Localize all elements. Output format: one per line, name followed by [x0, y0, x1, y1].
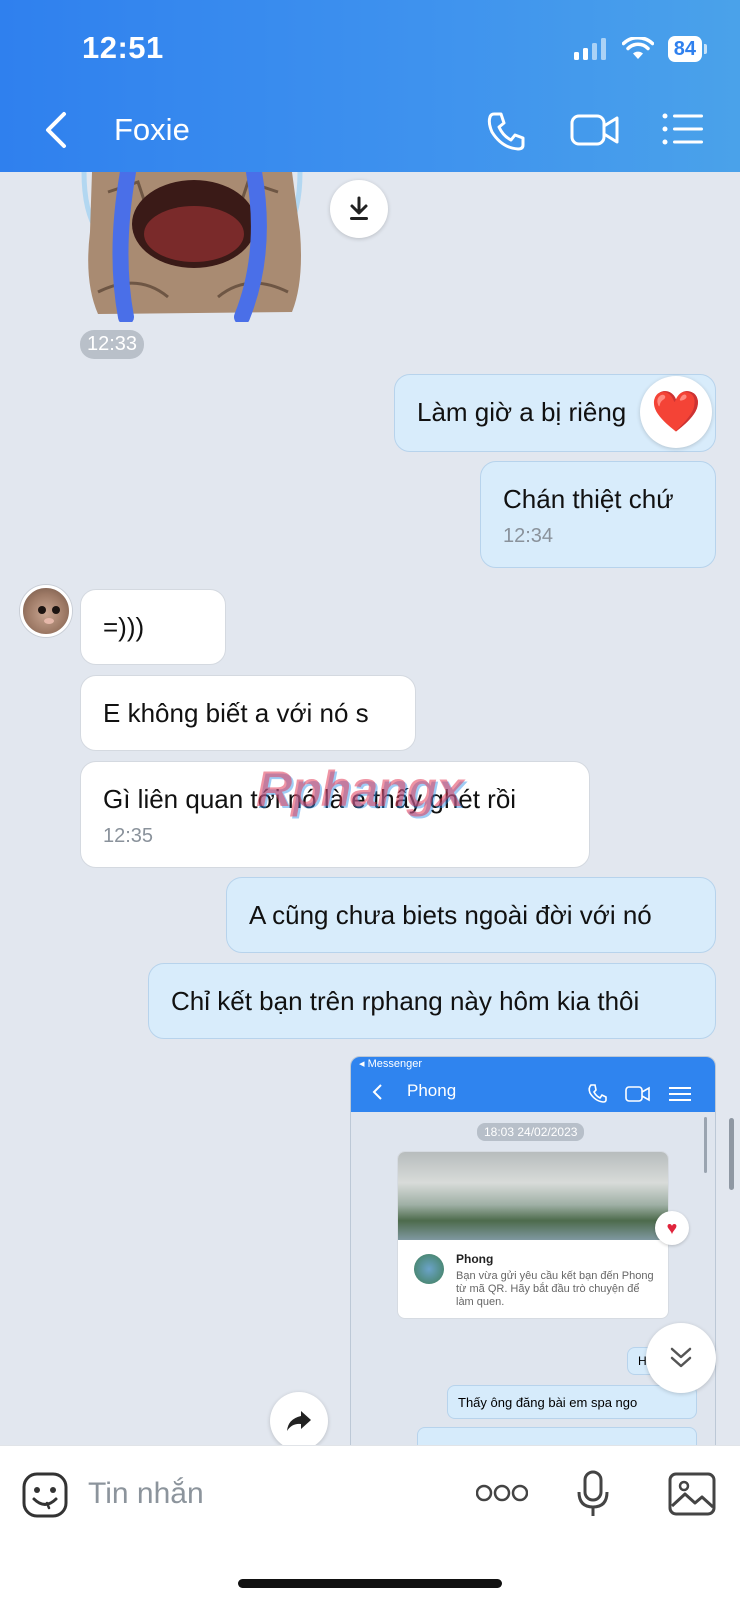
- contact-avatar[interactable]: [20, 585, 72, 637]
- share-icon: [287, 1411, 311, 1431]
- message-bubble-out[interactable]: Chỉ kết bạn trên rphang này hôm kia thôi: [148, 963, 716, 1039]
- inner-card-name: Phong: [456, 1252, 494, 1266]
- battery-indicator: 84: [667, 36, 708, 62]
- inner-contact-name: Phong: [407, 1081, 457, 1100]
- message-time: 12:34: [503, 525, 554, 547]
- inner-bubble: Thấy ông đăng bài em spa ngo: [447, 1385, 697, 1419]
- scroll-down-icon: [670, 1347, 692, 1368]
- message-text: Chỉ kết bạn trên rphang này hôm kia thôi: [171, 986, 640, 1016]
- message-input[interactable]: [88, 1470, 448, 1518]
- back-icon[interactable]: [38, 108, 74, 152]
- signal-icon: [573, 38, 606, 60]
- inner-back-icon: [372, 1084, 382, 1100]
- inner-card-desc: Bạn vừa gửi yêu cầu kết bạn đến Phong từ…: [456, 1270, 654, 1308]
- phone-icon[interactable]: [486, 110, 526, 152]
- inner-status-label: ◂ Messenger: [359, 1058, 422, 1070]
- inner-bubble: [417, 1427, 697, 1445]
- download-button[interactable]: [330, 180, 388, 238]
- status-time: 12:51: [82, 30, 164, 65]
- message-time: 12:35: [103, 825, 154, 847]
- message-time: 12:33: [80, 330, 145, 359]
- inner-landscape-photo: [398, 1152, 668, 1240]
- scroll-down-button[interactable]: [646, 1323, 716, 1393]
- message-text: =))): [103, 612, 145, 642]
- crying-cat-sticker[interactable]: [78, 172, 306, 322]
- chat-header: 12:51 84 Foxie: [0, 0, 740, 172]
- avatar-image: [38, 606, 60, 624]
- contact-name[interactable]: Foxie: [114, 112, 190, 148]
- message-text: Gì liên quan tới nó là e thấy ghét rồi: [103, 784, 517, 814]
- message-bubble-in[interactable]: E không biết a với nó s: [80, 675, 416, 751]
- message-bubble-in[interactable]: Gì liên quan tới nó là e thấy ghét rồi 1…: [80, 761, 590, 868]
- message-text: Chán thiệt chứ: [503, 484, 674, 514]
- inner-scrollbar: [704, 1117, 707, 1173]
- download-icon: [350, 196, 368, 220]
- message-bubble-out[interactable]: A cũng chưa biets ngoài đời với nó: [226, 877, 716, 953]
- reaction-badge[interactable]: ❤️: [640, 376, 712, 448]
- chat-scrollbar[interactable]: [729, 1118, 734, 1190]
- inner-date-pill: 18:03 24/02/2023: [477, 1123, 585, 1141]
- inner-video-icon: [625, 1086, 650, 1102]
- inner-friend-card: Phong Bạn vừa gửi yêu cầu kết bạn đến Ph…: [397, 1151, 669, 1319]
- home-indicator: [238, 1579, 502, 1588]
- heart-reaction-icon: ❤️: [651, 390, 701, 434]
- emoji-icon[interactable]: [22, 1472, 68, 1518]
- inner-header: ◂ Messenger Phong: [351, 1057, 715, 1112]
- image-icon[interactable]: [668, 1472, 716, 1516]
- message-text: A cũng chưa biets ngoài đời với nó: [249, 900, 652, 930]
- mic-icon[interactable]: [576, 1470, 610, 1518]
- inner-card-avatar: [414, 1254, 444, 1284]
- video-icon[interactable]: [570, 112, 620, 148]
- inner-list-icon: [669, 1087, 691, 1101]
- more-icon[interactable]: [476, 1482, 528, 1504]
- wifi-icon: [621, 37, 654, 59]
- composer-bar: [0, 1445, 740, 1600]
- message-text: E không biết a với nó s: [103, 698, 369, 728]
- message-bubble-in[interactable]: =))): [80, 589, 226, 665]
- share-button[interactable]: [270, 1392, 328, 1445]
- message-list[interactable]: 12:33 Làm giờ a bị riêng ❤️ Chán thiệt c…: [0, 172, 740, 1445]
- message-bubble-out[interactable]: Chán thiệt chứ 12:34: [480, 461, 716, 568]
- inner-heart-icon: ♥: [655, 1211, 689, 1245]
- list-icon[interactable]: [662, 112, 704, 146]
- status-icons: 84: [573, 36, 708, 62]
- inner-phone-icon: [588, 1084, 607, 1103]
